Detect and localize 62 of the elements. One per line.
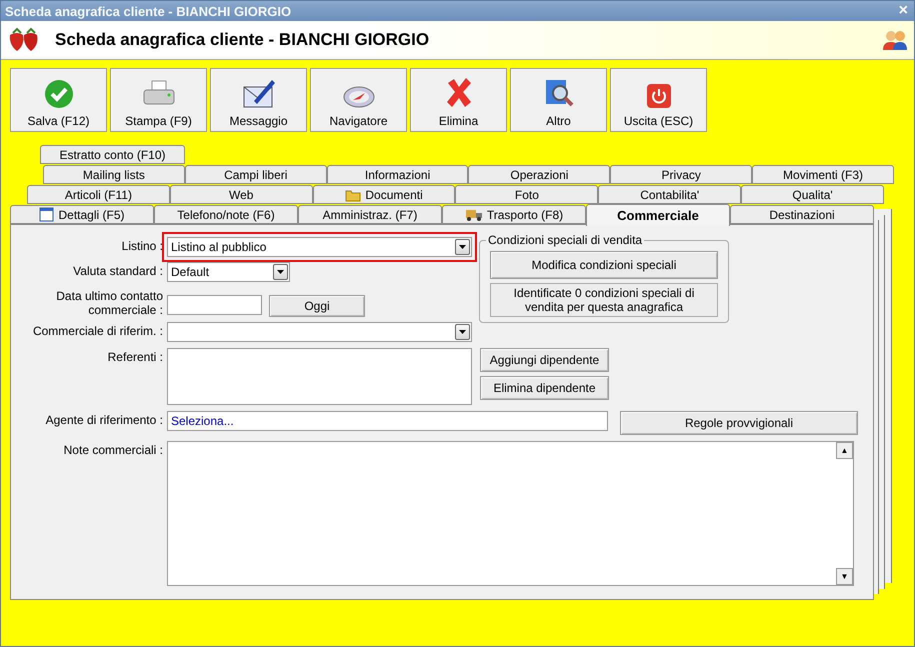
toolbar-button[interactable]: Navigatore [310,68,407,132]
field-label: Listino : [120,238,163,253]
tab[interactable]: Destinazioni [730,205,874,224]
tab[interactable]: Estratto conto (F10) [40,145,185,164]
form-title: Scheda anagrafica cliente - BIANCHI GIORGIO [55,30,430,50]
tab[interactable]: Qualita' [741,185,884,204]
notes-field[interactable]: ▲ ▼ [167,441,854,586]
tab[interactable]: Mailing lists [43,165,185,184]
toolbar-button[interactable]: Stampa (F9) [110,68,207,132]
toolbar-button[interactable]: Elimina [410,68,507,132]
tab[interactable]: Commerciale [586,204,730,226]
tab[interactable]: Trasporto (F8) [442,205,586,224]
field-label: Data ultimo contatto commerciale : [55,288,163,317]
users-icon[interactable] [882,29,908,51]
toolbar-button[interactable]: Messaggio [210,68,307,132]
group-title: Condizioni speciali di vendita [487,233,644,247]
tab[interactable]: Documenti [312,185,456,204]
info-text: Identificate 0 condizioni speciali di vendita per questa anagrafica [490,283,718,317]
caret-icon [459,245,466,249]
scroll-up-button[interactable]: ▲ [836,442,853,459]
tab[interactable]: Articoli (F11) [27,185,170,204]
tab[interactable]: Movimenti (F3) [752,165,894,184]
today-button[interactable]: Oggi [269,295,365,317]
window-title: Scheda anagrafica cliente - BIANCHI GIORGIO [5,4,292,18]
modify-button[interactable]: Modifica condizioni speciali [490,251,718,279]
compass-icon [342,85,374,109]
checkmark-icon [44,79,74,109]
tab[interactable]: Privacy [610,165,752,184]
field-label: Valuta standard : [72,263,163,278]
envelope-pen-icon [242,77,276,109]
caret-icon [277,270,284,274]
rules-button[interactable]: Regole provvigionali [620,411,858,435]
caret-icon [459,330,466,334]
calendar-icon [39,207,54,222]
tab[interactable]: Foto [455,185,598,204]
tab[interactable]: Web [170,185,313,204]
folder-icon [345,188,362,202]
toolbar-button[interactable]: Salva (F12) [10,68,107,132]
tab[interactable]: Informazioni [326,165,468,184]
tab[interactable]: Amministraz. (F7) [298,205,442,224]
employee-button[interactable]: Elimina dipendente [480,376,609,400]
tab[interactable]: Telefono/note (F6) [154,205,298,224]
power-icon [646,83,672,109]
toolbar-button[interactable]: Uscita (ESC) [610,68,707,132]
scroll-down-button[interactable]: ▼ [836,568,853,585]
tab[interactable]: Contabilita' [598,185,742,204]
dropdown[interactable]: Listino al pubblico [167,237,472,257]
tab[interactable]: Campi liberi [184,165,327,184]
field-label: Note commerciali : [62,442,163,457]
tab[interactable]: Operazioni [468,165,610,184]
date-field[interactable] [167,295,262,315]
employee-button[interactable]: Aggiungi dipendente [480,348,609,372]
truck-icon [464,208,483,222]
tab[interactable]: Dettagli (F5) [10,205,154,224]
contacts-list[interactable] [167,348,472,405]
field-label: Referenti : [106,349,163,364]
toolbar-button[interactable]: Altro [510,68,607,132]
agent-field[interactable]: Seleziona... [167,411,608,431]
dropdown[interactable] [167,322,472,342]
field-label: Agente di riferimento : [44,412,163,427]
field-label: Commerciale di riferim. : [32,323,163,338]
dropdown[interactable]: Default [167,262,290,282]
